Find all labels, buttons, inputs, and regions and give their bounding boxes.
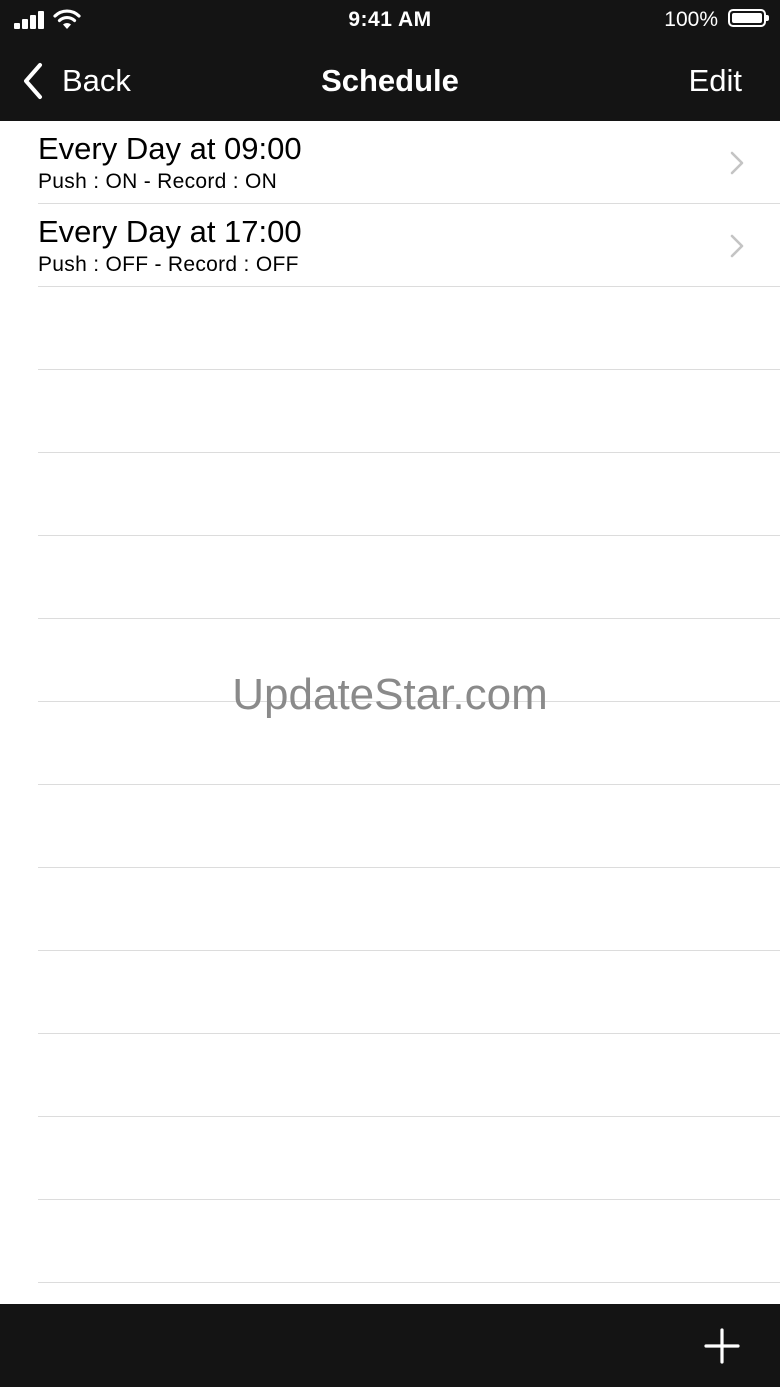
chevron-right-icon xyxy=(730,234,744,258)
schedule-title: Every Day at 17:00 xyxy=(38,214,302,249)
schedule-title: Every Day at 09:00 xyxy=(38,131,302,166)
status-time: 9:41 AM xyxy=(348,8,432,31)
empty-row xyxy=(38,453,780,536)
empty-row xyxy=(38,785,780,868)
schedule-row[interactable]: Every Day at 17:00 Push : OFF - Record :… xyxy=(38,204,780,287)
empty-row xyxy=(38,287,780,370)
empty-row xyxy=(38,1117,780,1200)
schedule-subtitle: Push : OFF - Record : OFF xyxy=(38,253,299,276)
empty-row xyxy=(38,1283,780,1304)
empty-row xyxy=(38,619,780,702)
empty-row xyxy=(38,702,780,785)
plus-icon[interactable] xyxy=(704,1328,740,1364)
bottom-toolbar xyxy=(0,1304,780,1387)
battery-icon xyxy=(728,9,769,27)
empty-row xyxy=(38,1034,780,1117)
navigation-bar: Back Schedule Edit xyxy=(0,40,780,121)
status-bar: 9:41 AM 100% xyxy=(0,0,780,40)
schedule-row[interactable]: Every Day at 09:00 Push : ON - Record : … xyxy=(38,121,780,204)
edit-button[interactable]: Edit xyxy=(689,40,742,121)
empty-row xyxy=(38,536,780,619)
page-title: Schedule xyxy=(321,63,459,98)
battery-percent: 100% xyxy=(664,8,718,31)
empty-row xyxy=(38,951,780,1034)
empty-row xyxy=(38,1200,780,1283)
empty-row xyxy=(38,370,780,453)
schedule-list: Every Day at 09:00 Push : ON - Record : … xyxy=(0,121,780,1304)
chevron-right-icon xyxy=(730,151,744,175)
empty-row xyxy=(38,868,780,951)
schedule-subtitle: Push : ON - Record : ON xyxy=(38,170,278,193)
